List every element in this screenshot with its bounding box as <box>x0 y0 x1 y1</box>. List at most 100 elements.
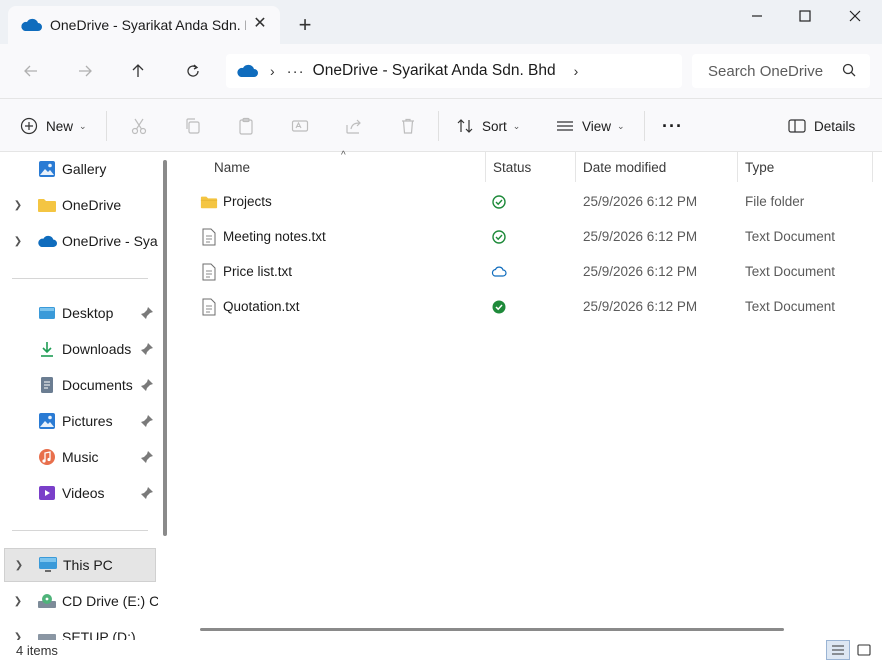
column-header-type[interactable]: Type <box>745 152 774 182</box>
sidebar-item-music[interactable]: Music <box>0 440 160 474</box>
search-icon <box>842 63 856 77</box>
pin-icon[interactable] <box>140 378 154 392</box>
file-type: Text Document <box>745 264 836 279</box>
view-label: View <box>582 118 612 134</box>
sort-label: Sort <box>482 118 507 134</box>
onedrive-cloud-icon <box>37 231 57 251</box>
file-row[interactable]: Quotation.txt 25/9/2026 6:12 PM Text Doc… <box>192 289 872 324</box>
column-divider[interactable] <box>575 152 576 182</box>
column-header-status[interactable]: Status <box>493 152 531 182</box>
status-bar: 4 items <box>0 640 882 660</box>
copy-button[interactable] <box>180 113 206 139</box>
sidebar-item-documents[interactable]: Documents <box>0 368 160 402</box>
close-icon <box>849 10 861 22</box>
back-button[interactable] <box>16 56 46 86</box>
cut-button[interactable] <box>126 113 152 139</box>
onedrive-cloud-icon <box>21 18 42 31</box>
chevron-right-icon[interactable]: › <box>270 63 275 79</box>
forward-button[interactable] <box>70 56 100 86</box>
tab-close-button[interactable]: ✕ <box>250 14 270 34</box>
pin-icon[interactable] <box>140 306 154 320</box>
sidebar-item-label: OneDrive <box>62 197 122 213</box>
minimize-button[interactable] <box>732 0 782 32</box>
sidebar-item-onedrive-personal[interactable]: ❯ OneDrive <box>0 188 160 222</box>
delete-button[interactable] <box>395 113 421 139</box>
file-name: Price list.txt <box>223 264 293 279</box>
pin-icon[interactable] <box>140 342 154 356</box>
file-date-modified: 25/9/2026 6:12 PM <box>583 264 698 279</box>
file-row[interactable]: Price list.txt 25/9/2026 6:12 PM Text Do… <box>192 254 872 289</box>
divider <box>438 111 439 141</box>
close-button[interactable] <box>830 0 880 32</box>
file-row[interactable]: Projects 25/9/2026 6:12 PM File folder <box>192 184 872 219</box>
refresh-button[interactable] <box>178 56 208 86</box>
cloud-online-only-icon <box>491 266 507 277</box>
divider <box>106 111 107 141</box>
sidebar-item-videos[interactable]: Videos <box>0 476 160 510</box>
column-divider[interactable] <box>872 152 873 182</box>
breadcrumb-overflow-button[interactable]: ··· <box>287 63 305 80</box>
file-type: Text Document <box>745 229 836 244</box>
new-button[interactable]: New ⌄ <box>20 113 87 139</box>
more-dots: ··· <box>662 115 683 136</box>
column-divider[interactable] <box>737 152 738 182</box>
pin-icon[interactable] <box>140 486 154 500</box>
search-input[interactable] <box>708 62 828 80</box>
chevron-right-icon[interactable]: ❯ <box>12 596 24 607</box>
sidebar-item-onedrive-business[interactable]: ❯ OneDrive - Syarikat Anda Sdn. Bhd <box>0 224 160 258</box>
refresh-icon <box>187 64 199 77</box>
maximize-button[interactable] <box>780 0 830 32</box>
paste-button[interactable] <box>233 113 259 139</box>
share-button[interactable] <box>341 113 367 139</box>
rename-button[interactable] <box>287 113 313 139</box>
chevron-right-icon[interactable]: ❯ <box>12 200 24 211</box>
chevron-right-icon[interactable]: ❯ <box>12 236 24 247</box>
search-box[interactable] <box>692 54 870 88</box>
sidebar-item-label: This PC <box>63 557 113 573</box>
file-name: Projects <box>223 194 272 209</box>
onedrive-cloud-icon <box>237 64 258 77</box>
file-row[interactable]: Meeting notes.txt 25/9/2026 6:12 PM Text… <box>192 219 872 254</box>
column-header-name[interactable]: Name <box>214 152 250 182</box>
sidebar-item-pictures[interactable]: Pictures <box>0 404 160 438</box>
details-pane-button[interactable]: Details <box>788 113 855 139</box>
new-label: New <box>46 118 74 134</box>
address-bar[interactable]: › ··· OneDrive - Syarikat Anda Sdn. Bhd … <box>226 54 682 88</box>
folder-icon <box>37 195 57 215</box>
trash-icon <box>402 118 414 134</box>
sort-button[interactable]: Sort ⌄ <box>456 113 520 139</box>
horizontal-scrollbar[interactable] <box>200 628 784 631</box>
up-button[interactable] <box>123 56 153 86</box>
arrow-right-icon <box>79 65 92 77</box>
sidebar-item-desktop[interactable]: Desktop <box>0 296 160 330</box>
column-divider[interactable] <box>485 152 486 182</box>
sidebar-item-this-pc[interactable]: ❯ This PC <box>4 548 156 582</box>
more-options-button[interactable]: ··· <box>662 113 683 139</box>
sidebar-scrollbar[interactable] <box>163 160 167 536</box>
sidebar-item-gallery[interactable]: Gallery <box>0 152 160 186</box>
details-view-button[interactable] <box>826 640 850 660</box>
breadcrumb-onedrive[interactable]: OneDrive - Syarikat Anda Sdn. Bhd <box>313 62 556 80</box>
pin-icon[interactable] <box>140 414 154 428</box>
text-file-icon <box>202 298 216 316</box>
file-date-modified: 25/9/2026 6:12 PM <box>583 299 698 314</box>
sidebar-item-label: SETUP (D:) <box>62 629 136 640</box>
chevron-down-icon: ⌄ <box>79 120 87 131</box>
file-list: ^ Name Status Date modified Type Project… <box>178 150 882 640</box>
item-count: 4 items <box>16 643 58 658</box>
sidebar-item-setup-drive[interactable]: ❯ SETUP (D:) <box>0 620 160 640</box>
chevron-right-icon[interactable]: ❯ <box>13 560 25 571</box>
view-button[interactable]: View ⌄ <box>556 113 625 139</box>
sidebar-item-cd-drive[interactable]: ❯ CD Drive (E:) CC <box>0 584 160 618</box>
gallery-icon <box>37 159 57 179</box>
new-tab-button[interactable]: + <box>292 12 318 38</box>
pin-icon[interactable] <box>140 450 154 464</box>
column-header-date-modified[interactable]: Date modified <box>583 152 666 182</box>
chevron-right-icon[interactable]: ❯ <box>12 632 24 641</box>
sidebar-item-downloads[interactable]: Downloads <box>0 332 160 366</box>
tab-onedrive[interactable]: OneDrive - Syarikat Anda Sdn. Bhd ✕ <box>8 6 280 44</box>
share-icon <box>346 119 361 134</box>
available-status-icon <box>492 195 506 209</box>
chevron-right-icon[interactable]: › <box>574 63 579 79</box>
large-icons-view-button[interactable] <box>852 640 876 660</box>
